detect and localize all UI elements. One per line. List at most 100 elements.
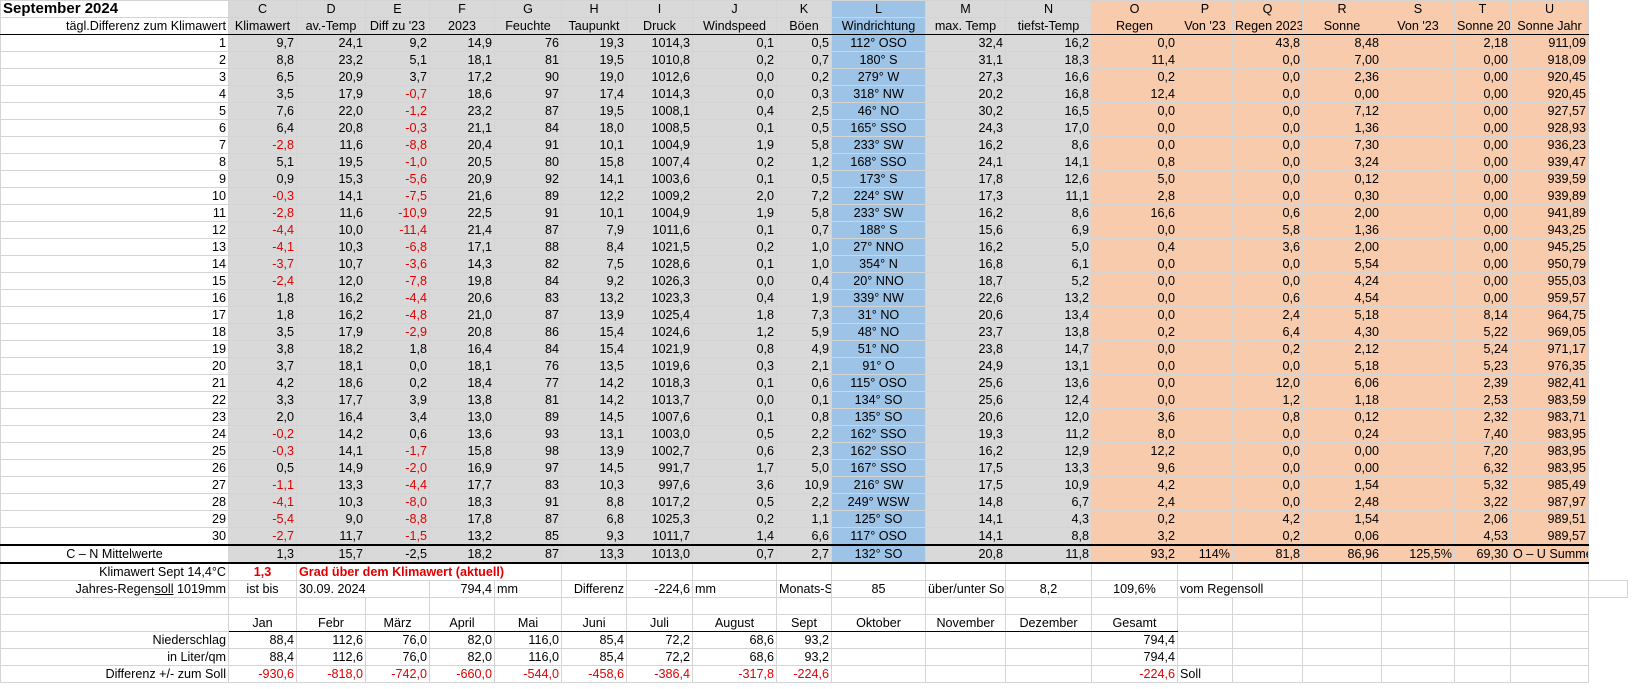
column-header[interactable]: Böen <box>776 17 832 35</box>
empty-cell[interactable] <box>228 597 297 615</box>
day-number[interactable]: 9 <box>0 170 229 188</box>
data-cell[interactable]: 0,7 <box>776 221 832 239</box>
data-cell[interactable]: 5,24 <box>1454 340 1511 358</box>
data-cell[interactable]: 1,0 <box>776 238 832 256</box>
data-cell[interactable]: 959,57 <box>1510 289 1589 307</box>
differenz-value[interactable]: -458,6 <box>561 665 627 683</box>
data-cell[interactable]: 17,8 <box>925 170 1006 188</box>
data-cell[interactable]: 0,00 <box>1454 170 1511 188</box>
data-cell[interactable]: 991,7 <box>626 459 693 477</box>
data-cell[interactable]: 4,3 <box>1005 510 1092 528</box>
data-cell[interactable]: 2,06 <box>1454 510 1511 528</box>
data-cell[interactable]: 3,6 <box>1232 238 1303 256</box>
empty-cell[interactable] <box>1381 562 1455 581</box>
data-cell[interactable]: 0,0 <box>1232 51 1303 69</box>
data-cell[interactable]: 10,9 <box>1005 476 1092 494</box>
data-cell[interactable]: 1,54 <box>1302 476 1382 494</box>
data-cell[interactable]: 0,5 <box>228 459 297 477</box>
empty-cell[interactable] <box>831 597 926 615</box>
data-cell[interactable]: 13,2 <box>429 527 495 546</box>
data-cell[interactable]: 0,0 <box>692 85 777 103</box>
data-cell[interactable]: 0,0 <box>1232 476 1303 494</box>
data-cell[interactable]: 950,79 <box>1510 255 1589 273</box>
data-cell[interactable]: 0,2 <box>365 374 430 392</box>
data-cell[interactable]: 0,4 <box>776 272 832 290</box>
column-header[interactable]: av.-Temp <box>296 17 366 35</box>
data-cell[interactable]: 279° W <box>831 68 926 86</box>
data-cell[interactable]: 20,6 <box>925 306 1006 324</box>
data-cell[interactable]: 0,4 <box>1091 238 1178 256</box>
data-cell[interactable]: 117° OSO <box>831 527 926 546</box>
data-cell[interactable]: 5,8 <box>776 136 832 154</box>
day-number[interactable]: 5 <box>0 102 229 120</box>
data-cell[interactable]: -1,7 <box>365 442 430 460</box>
data-cell[interactable]: 17,1 <box>429 238 495 256</box>
data-cell[interactable] <box>1177 272 1233 290</box>
month-header[interactable]: Febr <box>296 614 366 632</box>
niederschlag-value[interactable]: 93,2 <box>776 631 832 649</box>
niederschlag-value[interactable]: 72,2 <box>626 631 693 649</box>
data-cell[interactable]: 982,41 <box>1510 374 1589 392</box>
data-cell[interactable]: 4,2 <box>228 374 297 392</box>
empty-cell[interactable] <box>1005 562 1092 581</box>
data-cell[interactable]: 84 <box>494 272 562 290</box>
column-letter-N[interactable]: N <box>1005 0 1092 18</box>
vom-regensoll-label[interactable]: vom Regensoll <box>1177 580 1303 598</box>
data-cell[interactable]: 0,0 <box>1232 493 1303 511</box>
data-cell[interactable]: 0,4 <box>692 289 777 307</box>
data-cell[interactable]: -1,5 <box>365 527 430 546</box>
data-cell[interactable]: 1,9 <box>692 136 777 154</box>
data-cell[interactable] <box>1381 289 1455 307</box>
data-cell[interactable]: 0,00 <box>1302 459 1382 477</box>
data-cell[interactable]: 0,12 <box>1302 170 1382 188</box>
data-cell[interactable]: 0,1 <box>692 119 777 137</box>
data-cell[interactable]: 92 <box>494 170 562 188</box>
data-cell[interactable]: 4,9 <box>776 340 832 358</box>
data-cell[interactable]: 10,3 <box>296 493 366 511</box>
data-cell[interactable]: 2,39 <box>1454 374 1511 392</box>
column-letter-I[interactable]: I <box>626 0 693 18</box>
empty-cell[interactable] <box>925 597 1006 615</box>
data-cell[interactable]: 14,1 <box>925 527 1006 546</box>
data-cell[interactable]: 983,71 <box>1510 408 1589 426</box>
data-cell[interactable]: 12,0 <box>296 272 366 290</box>
liter-value[interactable]: 76,0 <box>365 648 430 666</box>
day-number[interactable]: 4 <box>0 85 229 103</box>
data-cell[interactable]: 21,6 <box>429 187 495 205</box>
data-cell[interactable]: 0,00 <box>1454 272 1511 290</box>
niederschlag-value[interactable] <box>1005 631 1092 649</box>
data-cell[interactable]: -2,4 <box>228 272 297 290</box>
empty-cell[interactable] <box>1510 665 1589 683</box>
data-cell[interactable]: 31° NO <box>831 306 926 324</box>
data-cell[interactable]: 20,5 <box>429 153 495 171</box>
month-header[interactable]: November <box>925 614 1006 632</box>
data-cell[interactable] <box>1381 187 1455 205</box>
differenz-value[interactable]: -742,0 <box>365 665 430 683</box>
data-cell[interactable]: 17,2 <box>429 68 495 86</box>
empty-cell[interactable] <box>1302 580 1382 598</box>
data-cell[interactable] <box>1177 136 1233 154</box>
data-cell[interactable]: 14,2 <box>296 425 366 443</box>
empty-cell[interactable] <box>1510 597 1589 615</box>
data-cell[interactable]: 18,0 <box>561 119 627 137</box>
data-cell[interactable]: 1,2 <box>692 323 777 341</box>
data-cell[interactable]: 0,0 <box>1091 221 1178 239</box>
data-cell[interactable]: 7,2 <box>776 187 832 205</box>
data-cell[interactable]: 0,9 <box>228 170 297 188</box>
month-header[interactable]: Dezember <box>1005 614 1092 632</box>
column-letter-C[interactable]: C <box>228 0 297 18</box>
data-cell[interactable] <box>1381 476 1455 494</box>
data-cell[interactable]: 2,1 <box>776 357 832 375</box>
empty-cell[interactable] <box>1454 580 1511 598</box>
data-cell[interactable] <box>1177 323 1233 341</box>
summary-cell[interactable]: 1,3 <box>228 544 297 564</box>
empty-cell[interactable] <box>1177 597 1233 615</box>
data-cell[interactable]: 162° SSO <box>831 425 926 443</box>
data-cell[interactable]: 983,95 <box>1510 425 1589 443</box>
day-number[interactable]: 7 <box>0 136 229 154</box>
data-cell[interactable]: 2,4 <box>1091 493 1178 511</box>
data-cell[interactable]: 0,00 <box>1454 51 1511 69</box>
column-letter-M[interactable]: M <box>925 0 1006 18</box>
data-cell[interactable]: 911,09 <box>1510 34 1589 52</box>
data-cell[interactable]: 0,00 <box>1454 85 1511 103</box>
